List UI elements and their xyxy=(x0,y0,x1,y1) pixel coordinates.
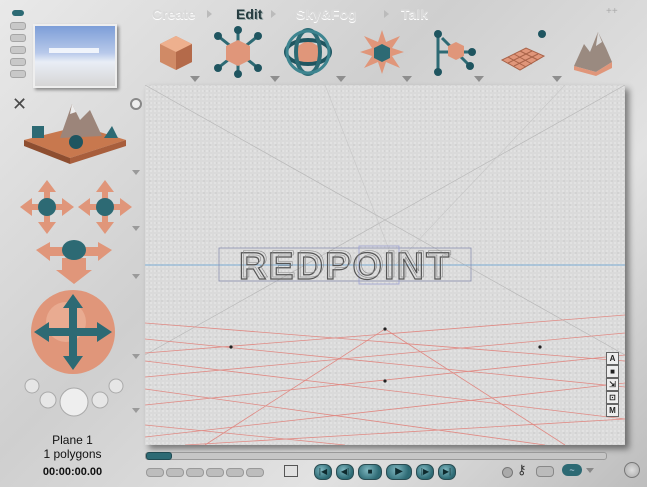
menu-create[interactable]: Create xyxy=(152,6,196,22)
keyframe-slot[interactable] xyxy=(226,468,244,477)
go-to-end-icon: ▶| xyxy=(442,467,452,476)
move-xy-arrows-icon[interactable] xyxy=(34,228,114,284)
perspective-guide xyxy=(394,85,566,266)
timeline-handle[interactable] xyxy=(146,452,172,460)
control-point xyxy=(229,345,233,349)
go-to-start-icon: |◀ xyxy=(318,467,328,476)
scene-thumbnail[interactable] xyxy=(33,24,117,88)
move-arrows-dropdown-icon[interactable] xyxy=(132,226,140,231)
object-name-label: Plane 1 xyxy=(52,433,93,447)
curve-editor-dropdown-icon[interactable] xyxy=(586,468,594,473)
menu-edit-arrow-icon xyxy=(271,10,276,18)
key-icon[interactable]: ⚷ xyxy=(517,462,527,478)
keyframe-slot[interactable] xyxy=(206,468,224,477)
top-right-corner-icon[interactable]: ++ xyxy=(606,6,618,17)
position-sphere-icon[interactable] xyxy=(28,288,118,376)
tile-tool-icon[interactable] xyxy=(496,26,548,78)
slot-button[interactable] xyxy=(10,58,26,66)
move-tool-icon[interactable] xyxy=(212,26,264,78)
viewport-side-button[interactable]: ■ xyxy=(606,365,619,378)
menu-sky-fog[interactable]: Sky&Fog xyxy=(296,6,357,22)
position-sphere-dropdown-icon[interactable] xyxy=(132,354,140,359)
keyframe-slot[interactable] xyxy=(186,468,204,477)
object-tool-dropdown-icon[interactable] xyxy=(190,76,200,82)
keyframe-slot[interactable] xyxy=(146,468,164,477)
loop-toggle-icon[interactable] xyxy=(536,466,554,477)
move-xy-dropdown-icon[interactable] xyxy=(132,274,140,279)
menu-create-arrow-icon xyxy=(207,10,212,18)
left-slot-stack xyxy=(10,22,26,86)
step-back-button[interactable]: ◀| xyxy=(336,464,354,480)
keyframe-slot[interactable] xyxy=(166,468,184,477)
grid-line xyxy=(145,314,625,354)
slot-button[interactable] xyxy=(10,22,26,30)
rotate-tool-dropdown-icon[interactable] xyxy=(336,76,346,82)
text-object-ghost: REDPOINT xyxy=(241,244,453,286)
viewport-side-button[interactable]: ⇲ xyxy=(606,378,619,391)
control-point xyxy=(383,379,387,383)
go-to-start-button[interactable]: |◀ xyxy=(314,464,332,480)
object-tool-icon[interactable] xyxy=(150,26,202,78)
menu-edit[interactable]: Edit xyxy=(236,6,262,22)
go-to-end-button[interactable]: ▶| xyxy=(438,464,456,480)
play-icon: ▶ xyxy=(395,466,403,477)
rotate-tool-icon[interactable] xyxy=(282,26,334,78)
time-display: 00:00:00.00 xyxy=(42,466,103,478)
control-point xyxy=(383,327,387,331)
link-tool-dropdown-icon[interactable] xyxy=(474,76,484,82)
record-indicator-icon[interactable] xyxy=(502,467,513,478)
control-point xyxy=(538,345,542,349)
perspective-guide xyxy=(324,85,396,266)
step-forward-button[interactable]: |▶ xyxy=(416,464,434,480)
radio-indicator-icon[interactable] xyxy=(130,98,142,110)
viewport-side-button[interactable]: A xyxy=(606,352,619,365)
timeline-track[interactable] xyxy=(145,452,607,460)
3d-viewport[interactable]: REDPOINT REDPOINT xyxy=(145,85,625,445)
film-frame-icon[interactable] xyxy=(284,465,298,477)
sphere-group-dropdown-icon[interactable] xyxy=(132,408,140,413)
stop-icon: ■ xyxy=(367,467,373,476)
link-tool-icon[interactable] xyxy=(428,26,480,78)
tile-tool-dropdown-icon[interactable] xyxy=(552,76,562,82)
polygon-count-label: 1 polygons xyxy=(43,447,102,461)
menu-skyfog-arrow-icon xyxy=(384,10,389,18)
terrain-tool-icon[interactable] xyxy=(566,26,618,78)
viewport-side-button[interactable]: ⊡ xyxy=(606,391,619,404)
step-forward-icon: |▶ xyxy=(420,467,430,476)
slot-button[interactable] xyxy=(10,34,26,42)
scale-tool-dropdown-icon[interactable] xyxy=(402,76,412,82)
grid-line xyxy=(145,388,546,445)
menu-talk[interactable]: Talk xyxy=(401,6,428,22)
sphere-group-icon[interactable] xyxy=(22,378,124,418)
scene-preview-dropdown-icon[interactable] xyxy=(132,170,140,175)
slot-button[interactable] xyxy=(10,46,26,54)
grid-line xyxy=(145,424,346,445)
viewport-scene: REDPOINT REDPOINT xyxy=(145,85,625,445)
stop-button[interactable]: ■ xyxy=(358,464,382,480)
move-tool-dropdown-icon[interactable] xyxy=(270,76,280,82)
viewport-side-button[interactable]: M xyxy=(606,404,619,417)
globe-icon[interactable] xyxy=(624,462,640,478)
scene-preview-icon[interactable] xyxy=(20,98,130,168)
play-button[interactable]: ▶ xyxy=(386,464,412,480)
window-control-pill[interactable] xyxy=(12,10,24,16)
keyframe-slot[interactable] xyxy=(246,468,264,477)
step-back-icon: ◀| xyxy=(340,467,350,476)
thumbnail-text-glyph xyxy=(49,48,99,53)
slot-button[interactable] xyxy=(10,70,26,78)
scale-tool-icon[interactable] xyxy=(356,26,408,78)
curve-editor-icon[interactable]: ~ xyxy=(562,464,582,476)
